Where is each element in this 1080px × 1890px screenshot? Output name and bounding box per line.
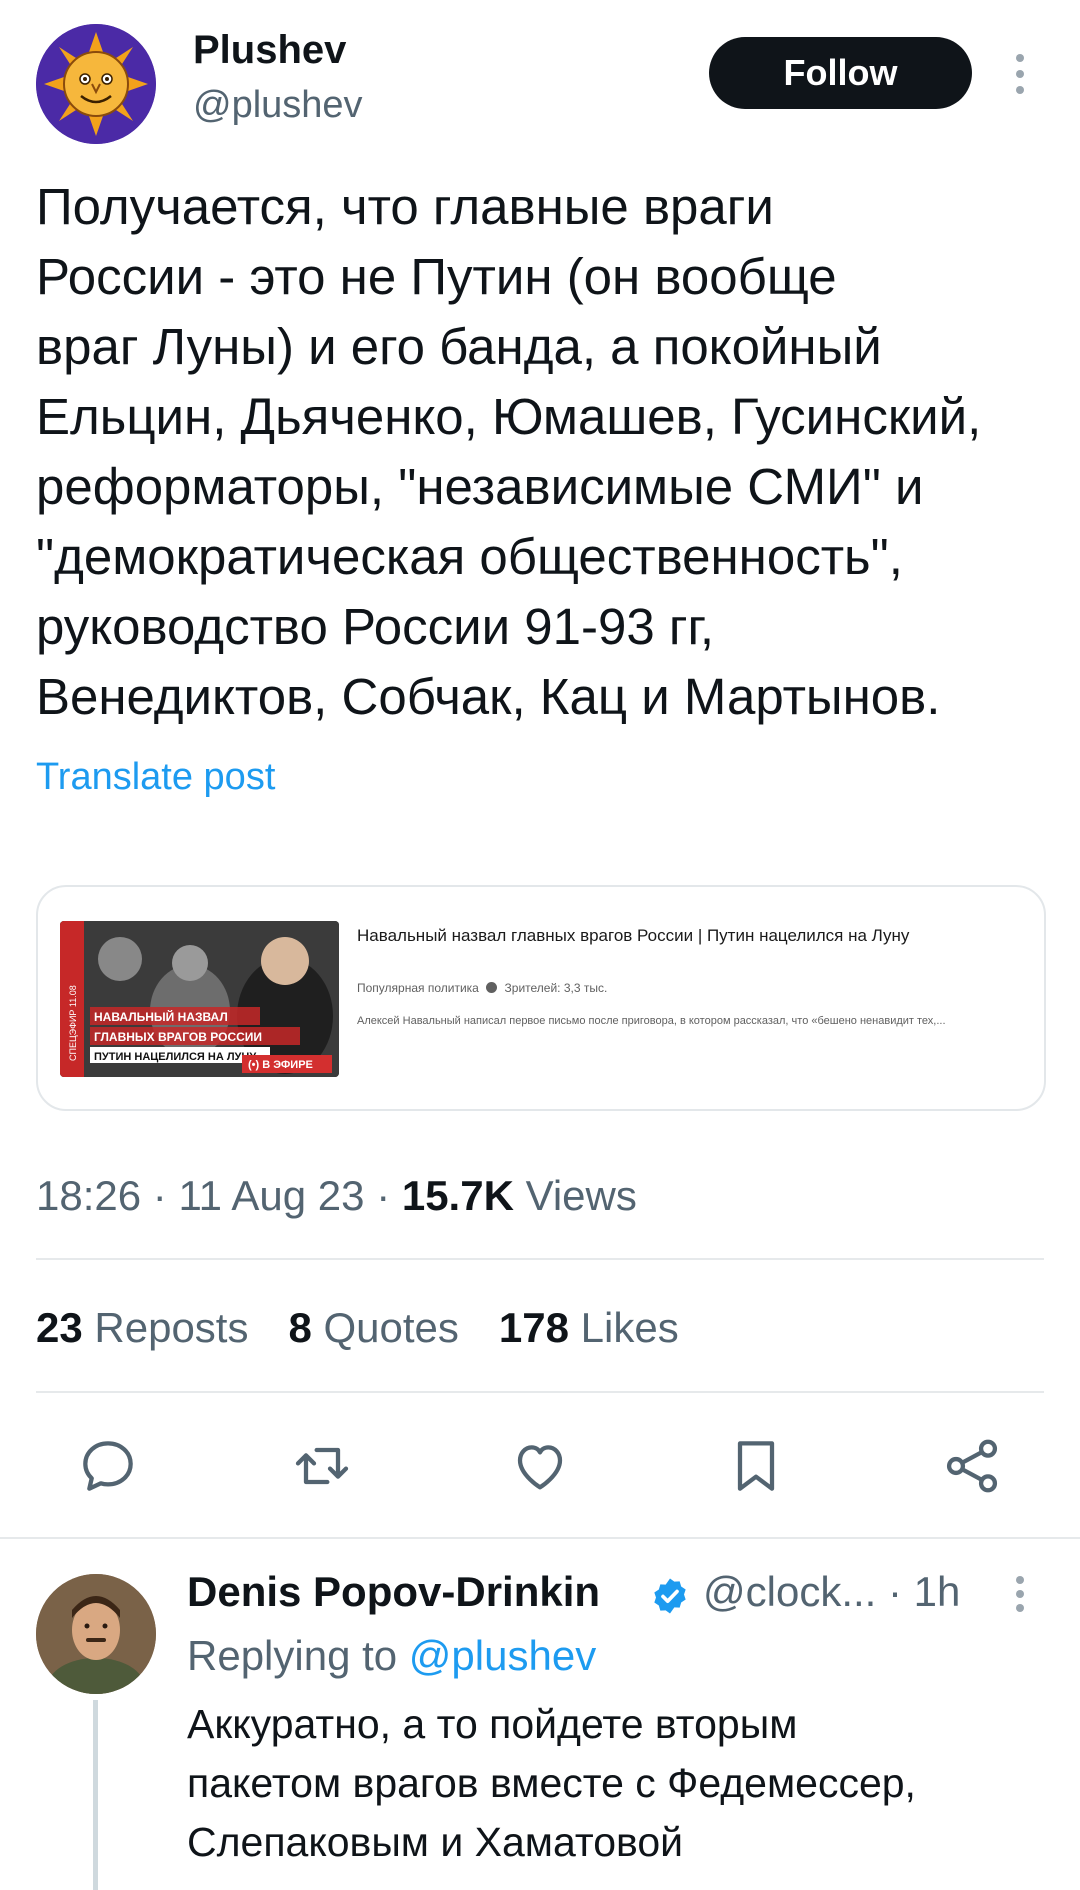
verified-channel-icon bbox=[486, 982, 498, 993]
share-icon[interactable] bbox=[940, 1434, 1004, 1498]
author-name[interactable]: Plushev bbox=[193, 28, 346, 73]
translate-post-link[interactable]: Translate post bbox=[36, 756, 275, 799]
thumb-live-badge: (•) В ЭФИРЕ bbox=[248, 1059, 313, 1071]
divider bbox=[36, 1391, 1044, 1393]
thumb-headline-1: НАВАЛЬНЫЙ НАЗВАЛ bbox=[94, 1009, 228, 1024]
reposts-stat[interactable]: 23 Reposts bbox=[36, 1304, 248, 1352]
views-label: Views bbox=[525, 1172, 637, 1219]
likes-stat[interactable]: 178 Likes bbox=[499, 1304, 679, 1352]
card-meta: Популярная политика Зрителей: 3,3 тыс. bbox=[357, 981, 607, 995]
replying-to: Replying to @plushev bbox=[187, 1632, 597, 1679]
post-time[interactable]: 18:26 bbox=[36, 1172, 141, 1219]
sun-face-icon bbox=[36, 24, 156, 144]
quotes-stat[interactable]: 8 Quotes bbox=[288, 1304, 458, 1352]
post-text: Получается, что главные враги России - э… bbox=[36, 178, 982, 725]
engagement-stats: 23 Reposts 8 Quotes 178 Likes bbox=[36, 1304, 679, 1352]
thread-line bbox=[93, 1700, 98, 1890]
divider bbox=[0, 1537, 1080, 1539]
reply-more-options-icon[interactable] bbox=[1008, 1574, 1032, 1614]
replying-to-handle[interactable]: @plushev bbox=[409, 1632, 596, 1679]
follow-button[interactable]: Follow bbox=[709, 37, 972, 109]
reply-text: Аккуратно, а то пойдете вторым пакетом в… bbox=[187, 1701, 916, 1865]
reply-icon[interactable] bbox=[76, 1434, 140, 1498]
author-avatar[interactable] bbox=[36, 24, 156, 144]
more-options-icon[interactable] bbox=[1008, 50, 1032, 98]
reply-avatar[interactable] bbox=[36, 1574, 156, 1694]
video-thumbnail[interactable]: СПЕЦЭФИР 11.08 НАВАЛЬНЫЙ НАЗВАЛ ГЛАВНЫХ … bbox=[60, 921, 339, 1077]
author-handle[interactable]: @plushev bbox=[193, 84, 363, 127]
thumb-headline-2: ГЛАВНЫХ ВРАГОВ РОССИИ bbox=[94, 1030, 262, 1044]
repost-icon[interactable] bbox=[290, 1434, 354, 1498]
reply-time: · 1h bbox=[888, 1568, 961, 1615]
thumb-headline-3: ПУТИН НАЦЕЛИЛСЯ НА ЛУНУ bbox=[94, 1051, 256, 1063]
verified-badge-icon bbox=[654, 1578, 686, 1614]
thumbnail-image: СПЕЦЭФИР 11.08 НАВАЛЬНЫЙ НАЗВАЛ ГЛАВНЫХ … bbox=[60, 921, 339, 1077]
thumb-side-label: СПЕЦЭФИР 11.08 bbox=[68, 985, 78, 1061]
divider bbox=[36, 1258, 1044, 1260]
card-title[interactable]: Навальный назвал главных врагов России |… bbox=[357, 922, 997, 950]
like-icon[interactable] bbox=[508, 1434, 572, 1498]
card-viewers: Зрителей: 3,3 тыс. bbox=[504, 981, 608, 995]
reply-author-name[interactable]: Denis Popov-Drinkin bbox=[187, 1568, 600, 1616]
card-channel: Популярная политика bbox=[357, 981, 479, 995]
bookmark-icon[interactable] bbox=[724, 1434, 788, 1498]
views-count: 15.7K bbox=[401, 1172, 514, 1219]
card-description: Алексей Навальный написал первое письмо … bbox=[357, 1015, 946, 1027]
post-date[interactable]: 11 Aug 23 bbox=[178, 1172, 364, 1219]
reply-handle-time: @clock... · 1h bbox=[703, 1568, 960, 1616]
reply-author-handle[interactable]: @clock... bbox=[703, 1568, 876, 1615]
profile-photo bbox=[36, 1574, 156, 1694]
post-meta: 18:26 · 11 Aug 23 · 15.7K Views bbox=[36, 1172, 637, 1219]
